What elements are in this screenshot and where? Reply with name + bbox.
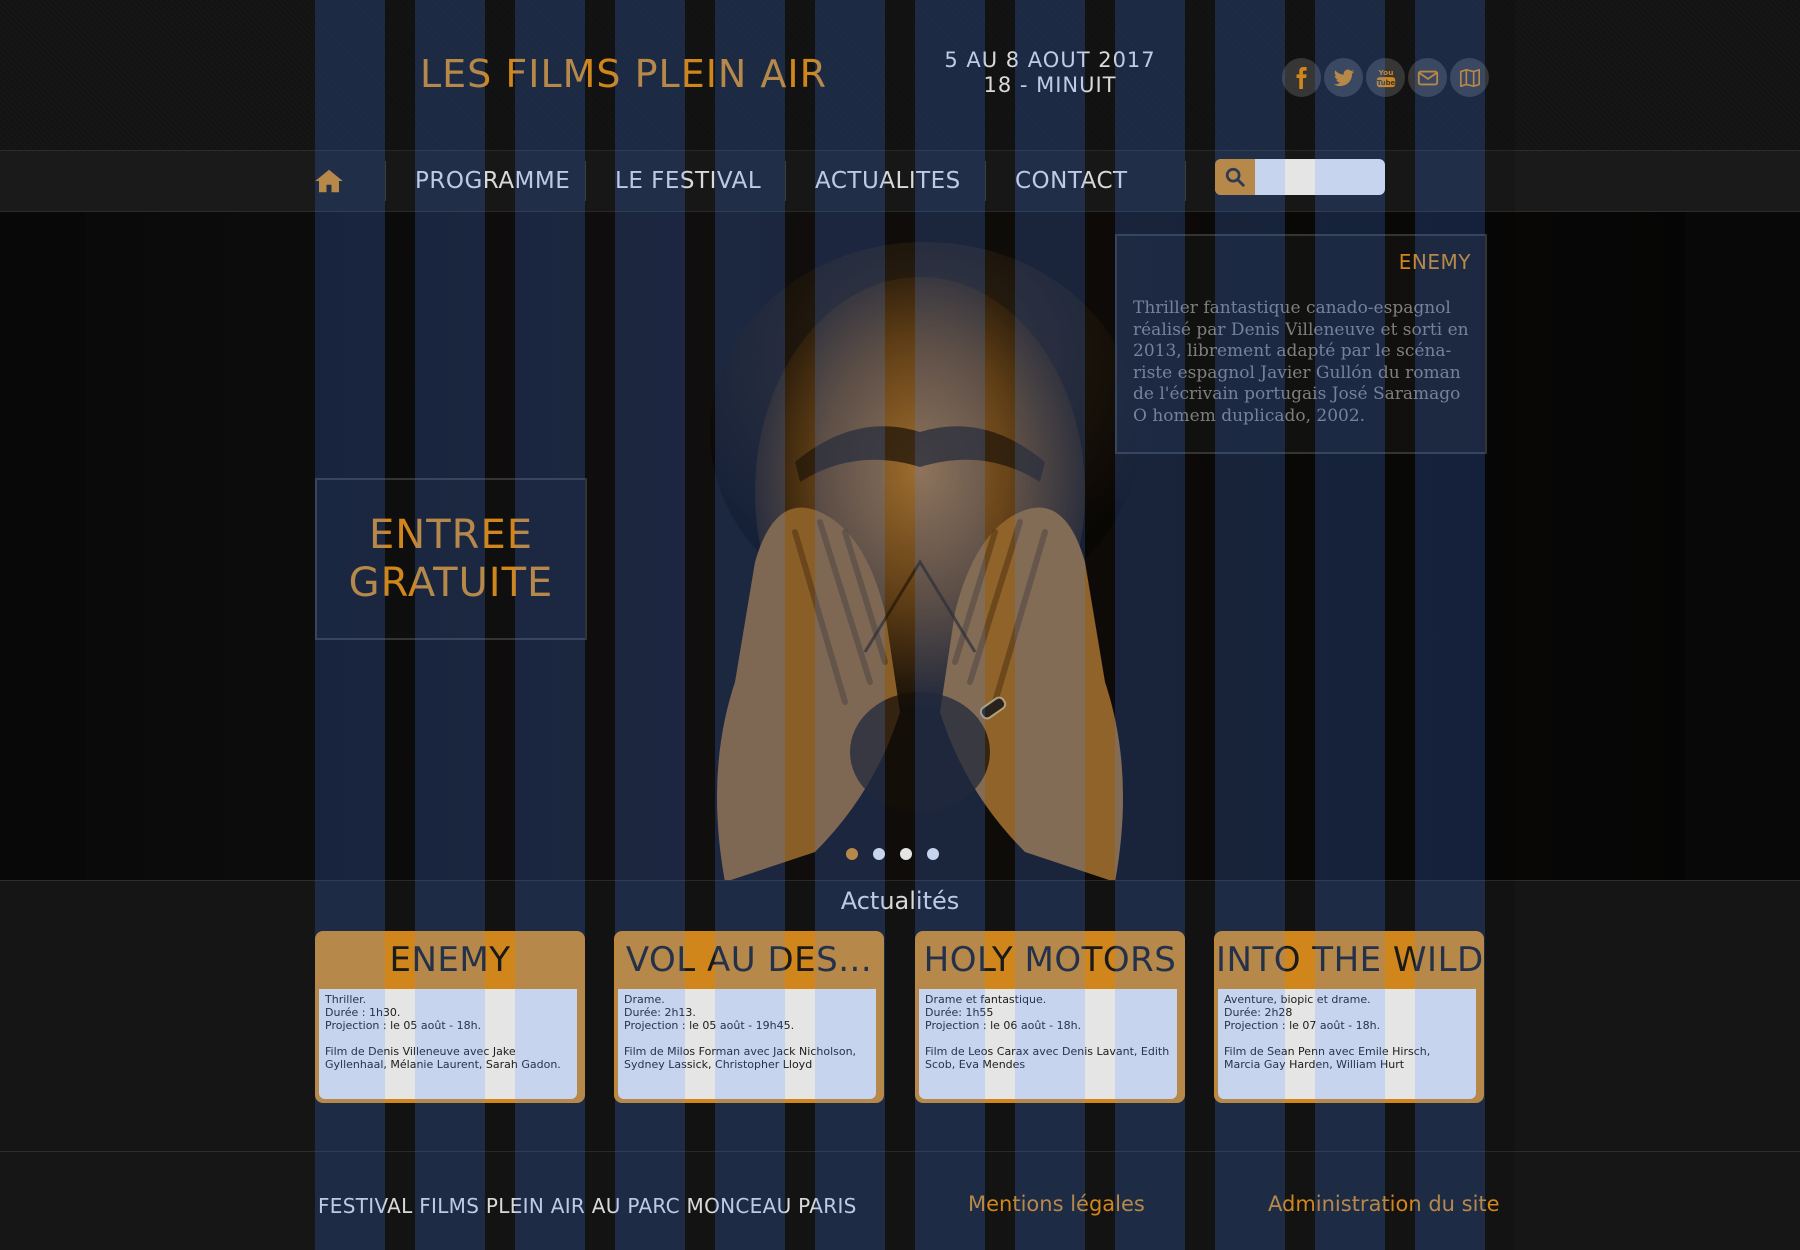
- news-heading: Actualités: [840, 887, 960, 915]
- search-input[interactable]: [1257, 159, 1385, 195]
- site-title[interactable]: LES FILMS PLEIN AIR: [420, 52, 827, 96]
- card-genre: Drame.: [624, 993, 665, 1006]
- facebook-link[interactable]: [1282, 58, 1321, 97]
- map-icon: [1459, 68, 1480, 87]
- free-entry-banner: ENTREE GRATUITE: [315, 478, 587, 640]
- card-credits: Film de Leos Carax avec Denis Lavant, Ed…: [925, 1045, 1170, 1071]
- card-duration: Durée: 1h55: [925, 1006, 994, 1019]
- search-button[interactable]: [1215, 159, 1255, 195]
- nav-divider: [1185, 161, 1186, 201]
- card-credits: Film de Milos Forman avec Jack Nicholson…: [624, 1045, 857, 1071]
- card-projection: Projection : le 05 août - 19h45.: [624, 1019, 795, 1032]
- twitter-link[interactable]: [1324, 58, 1363, 97]
- nav-divider: [385, 161, 386, 201]
- site-admin-link[interactable]: Administration du site: [1268, 1192, 1500, 1216]
- card-projection: Projection : le 05 août - 18h.: [325, 1019, 482, 1032]
- festival-dates: 5 AU 8 AOUT 2017 18 - MINUIT: [910, 48, 1190, 98]
- header: LES FILMS PLEIN AIR 5 AU 8 AOUT 2017 18 …: [0, 0, 1800, 150]
- slider-dot-2[interactable]: [873, 848, 885, 860]
- card-projection: Projection : le 06 août - 18h.: [925, 1019, 1082, 1032]
- card-duration: Durée: 2h28: [1224, 1006, 1293, 1019]
- slider-dot-4[interactable]: [927, 848, 939, 860]
- news-card-holy-motors[interactable]: HOLY MOTORS Drame et fantastique. Durée:…: [915, 931, 1185, 1103]
- search-box: [1215, 159, 1385, 195]
- card-duration: Durée: 2h13.: [624, 1006, 696, 1019]
- hero-slider: ENTREE GRATUITE ENEMY Thriller fantastiq…: [0, 212, 1800, 880]
- card-credits: Film de Denis Villeneuve avec Jake Gylle…: [325, 1045, 561, 1071]
- dates-line: 5 AU 8 AOUT 2017: [944, 48, 1156, 72]
- card-title[interactable]: ENEMY: [317, 933, 583, 985]
- card-projection: Projection : le 07 août - 18h.: [1224, 1019, 1381, 1032]
- nav-item-actualites[interactable]: ACTUALITES: [815, 151, 961, 211]
- nav-divider: [985, 161, 986, 201]
- twitter-icon: [1333, 69, 1354, 86]
- nav-item-programme[interactable]: PROGRAMME: [415, 151, 570, 211]
- film-info-text: Thriller fantastique canado-espagnol réa…: [1133, 298, 1469, 426]
- svg-text:Tube: Tube: [1376, 78, 1395, 86]
- card-body: Drame et fantastique. Durée: 1h55 Projec…: [919, 989, 1177, 1099]
- facebook-icon: [1296, 66, 1307, 89]
- promo-line-1: ENTREE: [369, 512, 533, 558]
- card-body: Thriller. Durée : 1h30. Projection : le …: [319, 989, 577, 1099]
- promo-line-2: GRATUITE: [348, 560, 554, 606]
- card-body: Aventure, biopic et drame. Durée: 2h28 P…: [1218, 989, 1476, 1099]
- youtube-icon: You Tube: [1376, 67, 1395, 87]
- home-icon[interactable]: [314, 166, 344, 196]
- card-title[interactable]: INTO THE WILD: [1216, 933, 1482, 985]
- film-info-title: ENEMY: [1398, 250, 1471, 274]
- mail-icon: [1417, 70, 1438, 85]
- svg-text:You: You: [1377, 67, 1393, 76]
- search-icon: [1225, 167, 1245, 187]
- nav-item-contact[interactable]: CONTACT: [1015, 151, 1128, 211]
- card-credits: Film de Sean Penn avec Emile Hirsch, Mar…: [1224, 1045, 1431, 1071]
- mail-link[interactable]: [1408, 58, 1447, 97]
- news-card-into-the-wild[interactable]: INTO THE WILD Aventure, biopic et drame.…: [1214, 931, 1484, 1103]
- youtube-link[interactable]: You Tube: [1366, 58, 1405, 97]
- card-genre: Thriller.: [325, 993, 367, 1006]
- hours-line: 18 - MINUIT: [983, 73, 1117, 97]
- news-card-vol-au-dessus[interactable]: VOL AU DES... Drame. Durée: 2h13. Projec…: [614, 931, 884, 1103]
- card-duration: Durée : 1h30.: [325, 1006, 401, 1019]
- card-genre: Drame et fantastique.: [925, 993, 1047, 1006]
- nav-item-festival[interactable]: LE FESTIVAL: [615, 151, 761, 211]
- slider-dot-1[interactable]: [846, 848, 858, 860]
- news-section: Actualités ENEMY Thriller. Durée : 1h30.…: [0, 880, 1800, 1152]
- news-card-enemy[interactable]: ENEMY Thriller. Durée : 1h30. Projection…: [315, 931, 585, 1103]
- slider-dots: [846, 848, 939, 860]
- film-info-panel: ENEMY Thriller fantastique canado-espagn…: [1115, 234, 1487, 454]
- footer-festival-name: FESTIVAL FILMS PLEIN AIR AU PARC MONCEAU…: [318, 1194, 857, 1218]
- card-genre: Aventure, biopic et drame.: [1224, 993, 1371, 1006]
- nav-divider: [585, 161, 586, 201]
- card-title[interactable]: HOLY MOTORS: [917, 933, 1183, 985]
- social-links: You Tube: [1282, 58, 1489, 97]
- footer: FESTIVAL FILMS PLEIN AIR AU PARC MONCEAU…: [0, 1152, 1800, 1250]
- nav-divider: [785, 161, 786, 201]
- card-body: Drame. Durée: 2h13. Projection : le 05 a…: [618, 989, 876, 1099]
- card-title[interactable]: VOL AU DES...: [616, 933, 882, 985]
- legal-notice-link[interactable]: Mentions légales: [968, 1192, 1145, 1216]
- map-link[interactable]: [1450, 58, 1489, 97]
- slider-dot-3[interactable]: [900, 848, 912, 860]
- main-nav: PROGRAMME LE FESTIVAL ACTUALITES CONTACT: [0, 150, 1800, 212]
